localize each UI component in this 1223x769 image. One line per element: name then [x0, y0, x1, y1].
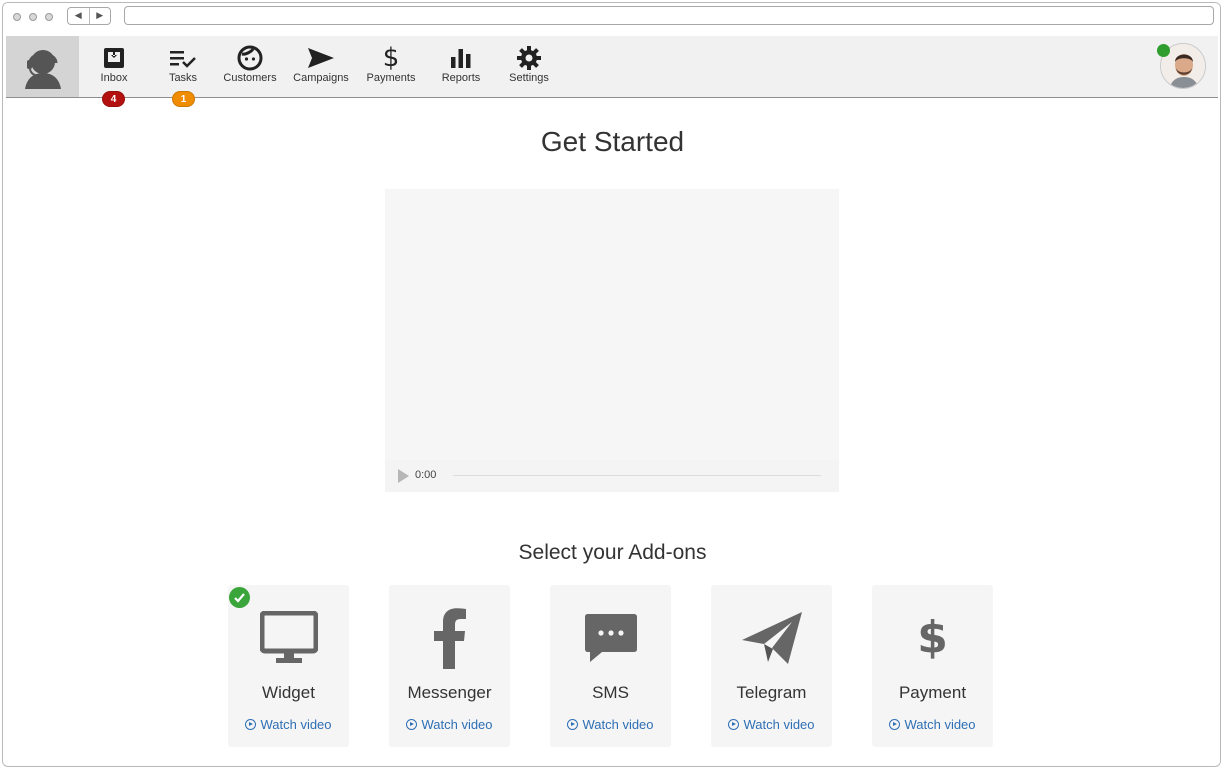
customers-icon — [237, 45, 263, 71]
paper-plane-icon — [741, 612, 802, 664]
watch-video-link[interactable]: Watch video — [550, 717, 671, 732]
back-icon[interactable]: ◀ — [68, 8, 90, 24]
play-circle-icon — [567, 719, 579, 730]
facebook-icon — [433, 608, 466, 669]
addon-name: Messenger — [407, 683, 492, 702]
nav-tasks-label: Tasks — [168, 72, 198, 84]
nav-tasks[interactable]: Tasks — [163, 44, 203, 92]
play-circle-icon — [245, 719, 257, 730]
browser-window: ◀ ▶ Inbox 4 Tasks 1 Customers Campaigns … — [2, 2, 1221, 767]
reports-icon — [451, 49, 471, 68]
campaigns-icon — [308, 48, 334, 68]
addons-title: Select your Add-ons — [518, 541, 707, 564]
watch-video-link[interactable]: Watch video — [872, 717, 993, 732]
addon-card-payment[interactable]: $ Payment Watch video — [872, 585, 993, 747]
watch-video-label: Watch video — [743, 717, 815, 732]
support-agent-icon — [24, 49, 61, 89]
nav-settings[interactable]: Settings — [507, 44, 551, 92]
brand-logo[interactable] — [6, 36, 79, 97]
forward-icon[interactable]: ▶ — [90, 8, 111, 24]
play-icon[interactable] — [398, 469, 409, 483]
addon-name: Payment — [898, 683, 967, 702]
nav-inbox[interactable]: Inbox — [94, 44, 134, 92]
nav-customers-label: Customers — [223, 72, 277, 84]
inbox-icon — [104, 48, 124, 68]
nav-payments-label: Payments — [366, 72, 416, 84]
address-bar[interactable] — [124, 6, 1214, 25]
watch-video-label: Watch video — [582, 717, 654, 732]
addon-name: SMS — [592, 683, 629, 702]
addon-card-messenger[interactable]: Messenger Watch video — [389, 585, 510, 747]
video-time: 0:00 — [415, 469, 437, 481]
dollar-icon: $ — [917, 612, 948, 663]
watch-video-label: Watch video — [904, 717, 976, 732]
addon-name: Telegram — [736, 683, 807, 702]
nav-campaigns[interactable]: Campaigns — [292, 44, 350, 92]
addon-card-sms[interactable]: SMS Watch video — [550, 585, 671, 747]
watch-video-label: Watch video — [260, 717, 332, 732]
tasks-count-badge: 1 — [172, 91, 195, 107]
nav-settings-label: Settings — [509, 72, 549, 84]
online-status-indicator — [1157, 44, 1170, 57]
watch-video-link[interactable]: Watch video — [389, 717, 510, 732]
nav-inbox-label: Inbox — [100, 72, 128, 84]
watch-video-link[interactable]: Watch video — [228, 717, 349, 732]
watch-video-label: Watch video — [421, 717, 493, 732]
maximize-window-button[interactable] — [45, 13, 53, 21]
watch-video-link[interactable]: Watch video — [711, 717, 832, 732]
video-progress-track[interactable] — [453, 475, 821, 476]
history-buttons: ◀ ▶ — [67, 7, 111, 25]
play-circle-icon — [889, 719, 901, 730]
selected-check-icon — [229, 587, 250, 608]
nav-campaigns-label: Campaigns — [293, 72, 349, 84]
monitor-icon — [259, 611, 318, 663]
chat-bubble-icon — [584, 614, 637, 662]
inbox-count-badge: 4 — [102, 91, 125, 107]
minimize-window-button[interactable] — [29, 13, 37, 21]
payments-icon: $ — [382, 43, 400, 73]
close-window-button[interactable] — [13, 13, 21, 21]
nav-payments[interactable]: $ Payments — [365, 44, 417, 92]
page-title: Get Started — [540, 126, 685, 157]
browser-toolbar: ◀ ▶ — [3, 3, 1220, 33]
nav-reports[interactable]: Reports — [439, 44, 483, 92]
settings-icon — [517, 46, 541, 70]
addon-name: Widget — [262, 683, 315, 702]
addon-card-widget[interactable]: Widget Watch video — [228, 585, 349, 747]
intro-video-player[interactable]: 0:00 — [385, 189, 839, 492]
addon-card-telegram[interactable]: Telegram Watch video — [711, 585, 832, 747]
app-navbar: Inbox 4 Tasks 1 Customers Campaigns $ Pa… — [6, 36, 1218, 107]
tasks-icon — [170, 51, 196, 68]
play-circle-icon — [406, 719, 418, 730]
nav-reports-label: Reports — [441, 72, 481, 84]
nav-customers[interactable]: Customers — [222, 44, 278, 92]
play-circle-icon — [728, 719, 740, 730]
video-controls: 0:00 — [385, 460, 839, 492]
